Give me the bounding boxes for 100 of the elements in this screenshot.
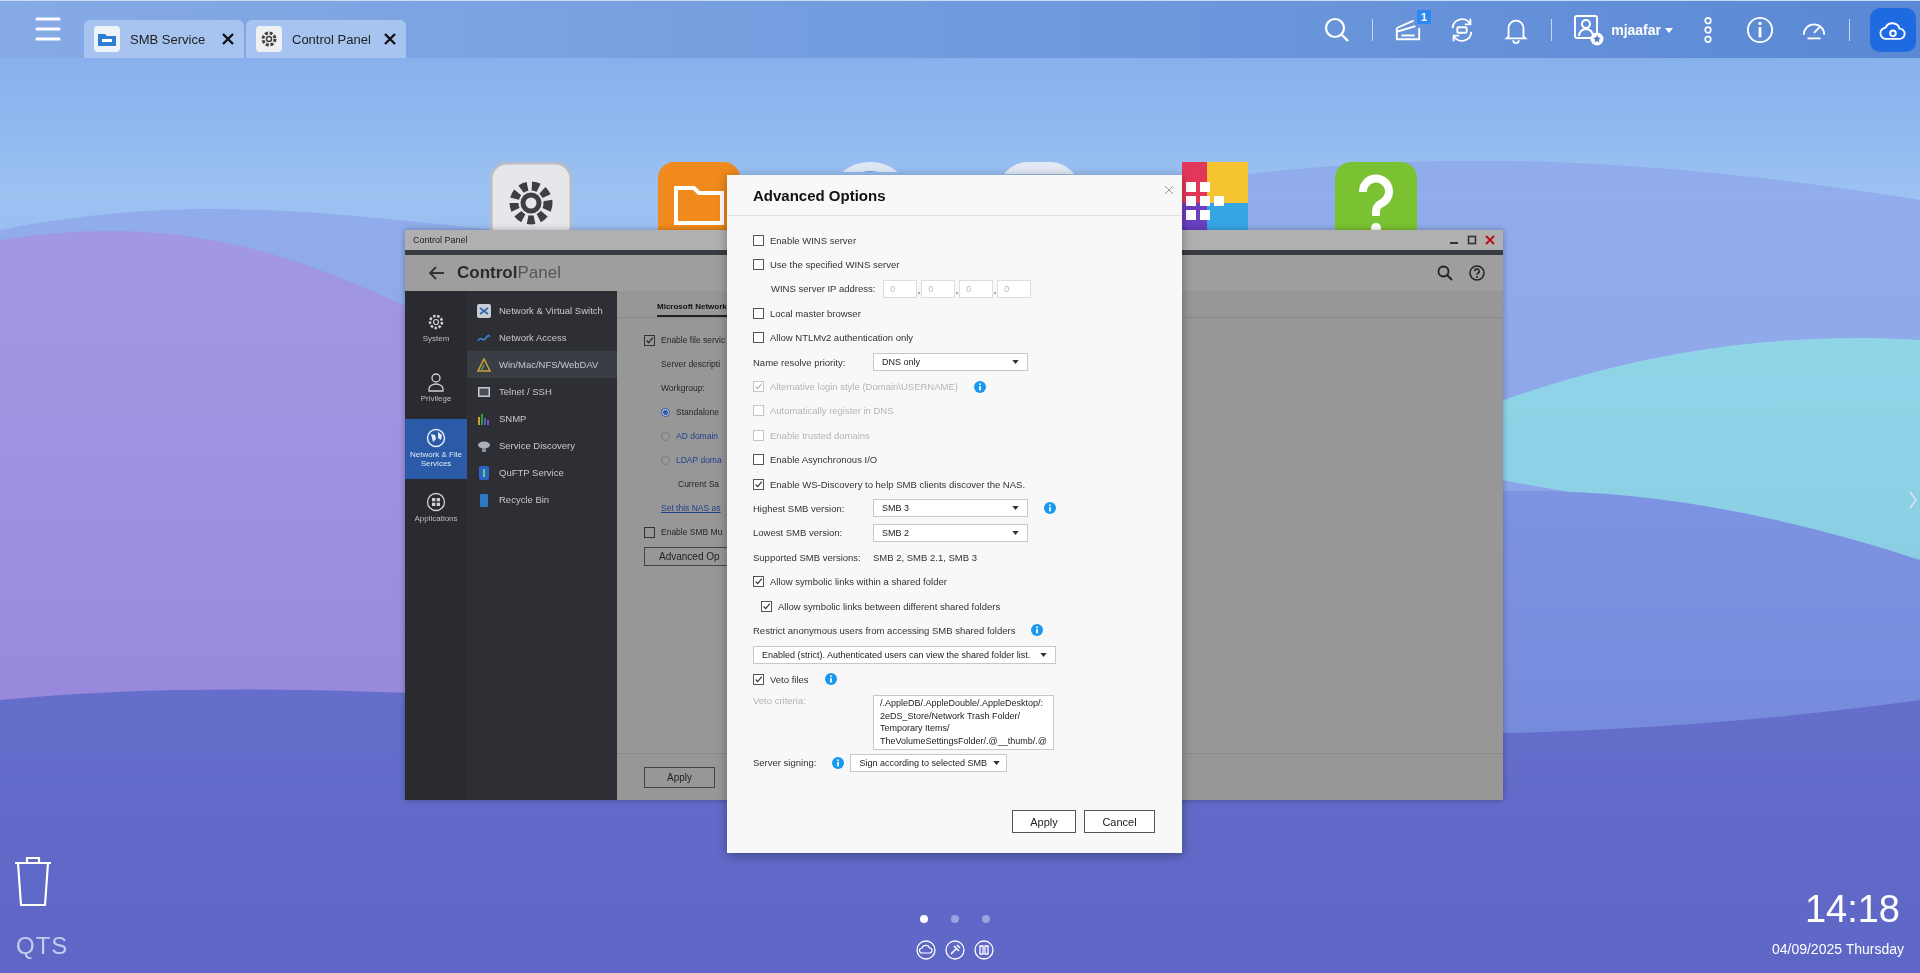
dropdown[interactable]: SMB 2 [873,523,1028,542]
checkbox[interactable] [753,673,764,685]
server-icon [477,465,491,480]
cloud-button[interactable] [1870,8,1916,52]
caret-icon [1012,506,1019,511]
dialog-title: Advanced Options [753,186,886,204]
close-icon[interactable] [222,33,234,45]
category-item[interactable]: Privilege [405,359,467,419]
tools-circle-icon[interactable] [945,940,965,960]
info-icon[interactable] [1031,624,1044,637]
app-tab[interactable]: SMB Service [84,20,244,58]
menu-item[interactable]: Recycle Bin [467,486,617,513]
status-text: Current Sa [678,479,720,489]
checkbox[interactable] [753,576,764,588]
dropdown[interactable]: SMB 3 [873,499,1028,518]
dropdown[interactable]: Sign according to selected SMB [850,753,1008,772]
checkbox[interactable] [644,334,655,346]
apply-button[interactable]: Apply [1012,810,1076,833]
radio-label: Standalone [676,407,719,417]
category-item[interactable]: Applications [405,479,467,539]
checkbox-label: Enable Asynchronous I/O [770,454,878,466]
trash-icon[interactable] [13,855,53,907]
menu-item[interactable]: QuFTP Service [467,459,617,486]
field-label: Server signing: [753,757,817,769]
user-icon[interactable] [1573,14,1606,46]
checkbox-label: Use the specified WINS server [770,259,900,271]
field-label: Veto criteria: [753,695,807,707]
book-circle-icon[interactable] [974,940,994,960]
menu-item[interactable]: Network Access [467,324,617,351]
checkbox-label: Allow NTLMv2 authentication only [770,332,914,344]
checkbox[interactable] [753,234,764,246]
terminal-icon [477,384,491,399]
field-label: Lowest SMB version: [753,527,844,539]
switch-icon [477,303,491,318]
checkbox-label: Veto files [770,673,809,685]
checkbox-label: Automatically register in DNS [770,405,894,417]
clock-time: 14:18 [1804,888,1900,931]
triangle-icon [477,357,491,372]
settings-app-icon[interactable] [490,162,572,230]
cloud-icon [1879,19,1907,41]
category-item[interactable]: Network & File Services [405,419,467,479]
search-icon[interactable] [1437,265,1453,281]
field-label: Name resolve priority: [753,356,847,368]
field-label: Workgroup: [661,383,705,393]
checkbox[interactable] [753,454,764,466]
menu-item[interactable]: SNMP [467,405,617,432]
grid-app-icon[interactable] [1182,162,1248,230]
close-icon[interactable] [384,33,396,45]
info-icon[interactable] [832,756,845,769]
cancel-button[interactable]: Cancel [1084,810,1155,833]
section-label: Restrict anonymous users from accessing SMB shared folders [753,624,1016,636]
menu-icon[interactable] [34,16,62,42]
checkbox-label: Enable WS-Discovery to help SMB clients discover the NAS. [770,478,1025,490]
grid-icon [426,492,446,513]
user-icon [426,372,446,393]
checkbox-label: Enable WINS server [770,234,857,246]
globe-icon [426,427,446,448]
apply-button[interactable]: Apply [644,766,715,788]
radio-button[interactable] [661,407,670,417]
more-options-icon[interactable] [1703,16,1713,44]
info-icon[interactable] [824,673,837,686]
checkbox[interactable] [644,526,655,538]
cloud-circle-icon[interactable] [916,940,936,960]
dropdown[interactable]: Enabled (strict). Authenticated users can view the shared folder list. [753,645,1056,664]
checkbox[interactable] [753,332,764,344]
dropdown[interactable]: DNS only [873,353,1028,372]
info-icon[interactable] [1044,502,1056,515]
field-label: Server descripti [661,359,721,369]
checkbox[interactable] [753,307,764,319]
page-dot[interactable] [951,915,959,923]
field-label: Supported SMB versions: [753,551,862,563]
checkbox-label: Local master browser [770,307,861,319]
caret-icon [1665,27,1673,33]
back-arrow-icon[interactable] [429,266,445,280]
app-tab[interactable]: Control Panel [246,20,406,58]
maximize-icon[interactable] [1467,235,1477,245]
caret-icon [1012,360,1019,365]
checkbox-label: Alternative login style (Domain\USERNAME) [770,381,958,393]
menu-item[interactable]: Telnet / SSH [467,378,617,405]
category-item[interactable]: System [405,299,467,359]
checkbox[interactable] [753,478,764,490]
help-icon[interactable] [1469,265,1485,281]
info-circle-icon[interactable] [1746,16,1774,44]
clock-date: 04/09/2025 Thursday [1771,941,1904,957]
help-app-icon[interactable] [1335,162,1417,230]
page-dot[interactable] [920,915,928,923]
checkbox[interactable] [761,600,772,612]
window-title: Control Panel [413,235,468,245]
checkbox-label: Enable SMB Mu [661,527,723,537]
field-value: SMB 2, SMB 2.1, SMB 3 [873,551,977,563]
menu-item[interactable]: Network & Virtual Switch [467,297,617,324]
menu-item[interactable]: Win/Mac/NFS/WebDAV [467,351,617,378]
bar-chart-icon [477,411,491,426]
checkbox[interactable] [753,259,764,271]
field-label: WINS server IP address: [771,283,876,295]
radio-label: AD domain [676,431,719,441]
logo-text: QTS [16,932,69,960]
page-dot[interactable] [982,915,990,923]
menu-item[interactable]: Service Discovery [467,432,617,459]
app-title: ControlPanel [457,263,561,283]
